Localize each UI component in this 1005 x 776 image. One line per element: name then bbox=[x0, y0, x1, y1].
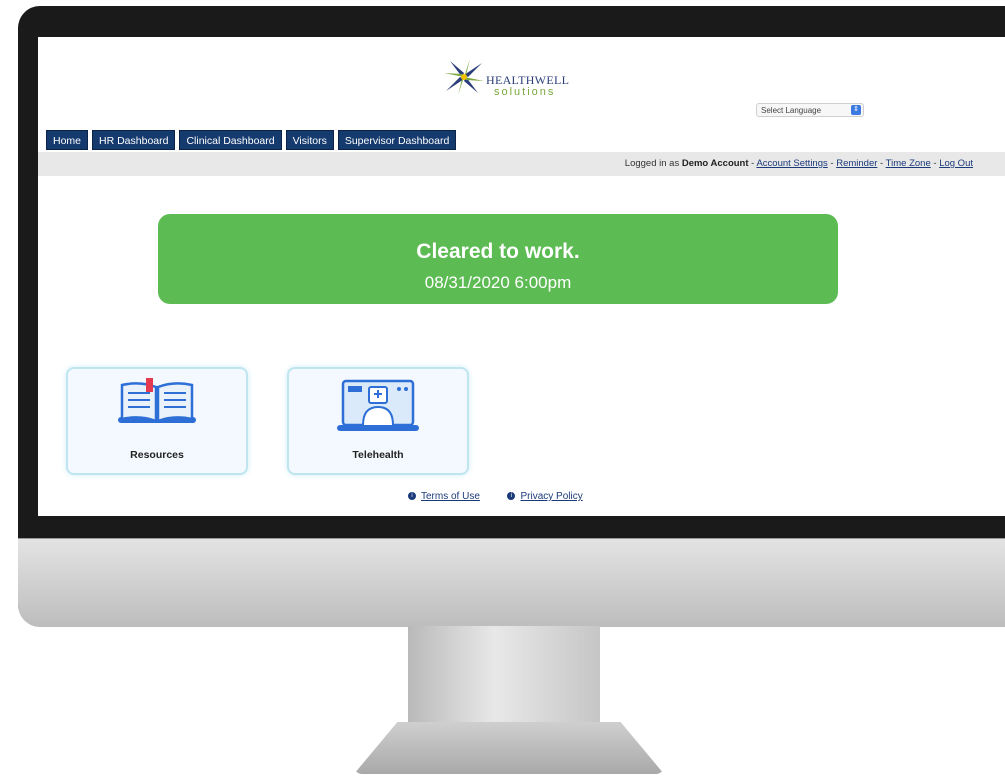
clearance-status-title: Cleared to work. bbox=[416, 240, 580, 263]
resources-tile[interactable]: Resources bbox=[66, 367, 248, 475]
separator: - bbox=[877, 158, 886, 169]
nav-clinical-dashboard[interactable]: Clinical Dashboard bbox=[179, 130, 282, 150]
nav-visitors[interactable]: Visitors bbox=[285, 130, 334, 150]
clearance-datetime: 08/31/2020 6:00pm bbox=[424, 273, 572, 292]
terms-of-use-link[interactable]: Terms of Use bbox=[421, 491, 480, 502]
log-out-link[interactable]: Log Out bbox=[939, 158, 973, 169]
nav-hr-dashboard[interactable]: HR Dashboard bbox=[92, 130, 176, 150]
telehealth-label: Telehealth bbox=[352, 449, 404, 461]
open-book-icon bbox=[118, 378, 196, 423]
account-user: Demo Account bbox=[681, 158, 749, 169]
clearance-status-banner: Cleared to work. 08/31/2020 6:00pm bbox=[158, 214, 838, 304]
screen: HEALTHWELL solutions Select Language ⇕ H… bbox=[38, 37, 1005, 516]
chevron-updown-icon: ⇕ bbox=[851, 105, 861, 115]
nav-supervisor-dashboard[interactable]: Supervisor Dashboard bbox=[337, 130, 457, 150]
monitor-stand-base bbox=[354, 722, 664, 774]
account-bar: Logged in as Demo Account - Account Sett… bbox=[38, 152, 1005, 176]
language-select[interactable]: Select Language ⇕ bbox=[756, 103, 864, 117]
doctor-video-call-icon bbox=[337, 379, 419, 431]
resources-label: Resources bbox=[130, 449, 184, 461]
monitor-chin bbox=[18, 538, 1005, 627]
telehealth-tile[interactable]: Telehealth bbox=[287, 367, 469, 475]
privacy-policy-link[interactable]: Privacy Policy bbox=[520, 491, 582, 502]
reminder-link[interactable]: Reminder bbox=[836, 158, 877, 169]
info-icon: i bbox=[408, 492, 416, 501]
separator: - bbox=[827, 158, 837, 169]
language-select-value: Select Language bbox=[761, 106, 822, 115]
account-prefix: Logged in as bbox=[624, 158, 682, 169]
main-nav: Home HR Dashboard Clinical Dashboard Vis… bbox=[46, 130, 457, 150]
account-settings-link[interactable]: Account Settings bbox=[756, 158, 827, 169]
time-zone-link[interactable]: Time Zone bbox=[886, 158, 931, 169]
footer-links: i Terms of Use i Privacy Policy bbox=[408, 491, 583, 502]
account-status: Logged in as Demo Account - Account Sett… bbox=[625, 158, 973, 169]
monitor-stand-neck bbox=[408, 626, 600, 730]
info-icon: i bbox=[507, 492, 516, 501]
nav-home[interactable]: Home bbox=[46, 130, 89, 150]
separator: - bbox=[930, 158, 940, 169]
logo-sub-text: solutions bbox=[494, 86, 556, 98]
